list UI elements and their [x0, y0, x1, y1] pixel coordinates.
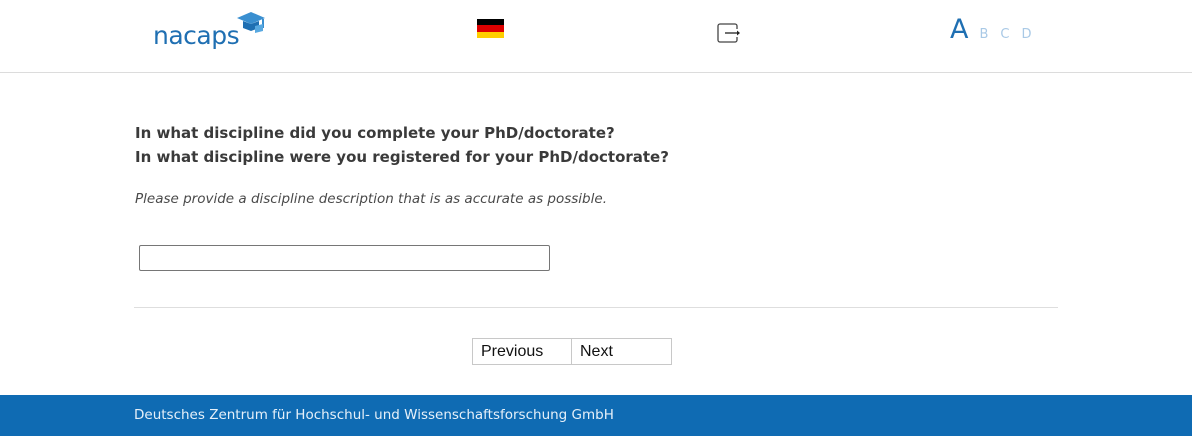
font-size-c[interactable]: C: [1000, 27, 1009, 42]
font-size-a[interactable]: A: [950, 14, 968, 45]
question-text: In what discipline did you complete your…: [135, 121, 1035, 169]
question-hint: Please provide a discipline description …: [135, 191, 607, 207]
page-footer: Deutsches Zentrum für Hochschul- und Wis…: [0, 395, 1192, 436]
discipline-input[interactable]: [139, 245, 550, 271]
logo-text: nacaps: [153, 21, 240, 50]
navigation-buttons: Previous Next: [472, 338, 672, 365]
page-header: nacaps A B C D: [0, 0, 1192, 73]
question-line-2: In what discipline were you registered f…: [135, 148, 669, 166]
footer-text: Deutsches Zentrum für Hochschul- und Wis…: [134, 407, 614, 423]
question-line-1: In what discipline did you complete your…: [135, 124, 615, 142]
font-size-selector: A B C D: [950, 14, 1044, 48]
divider: [134, 307, 1058, 308]
font-size-b[interactable]: B: [979, 27, 988, 42]
german-flag-icon[interactable]: [477, 19, 504, 38]
nacaps-logo[interactable]: nacaps: [152, 10, 268, 54]
exit-icon[interactable]: [717, 23, 740, 43]
next-button[interactable]: Next: [572, 338, 672, 365]
previous-button[interactable]: Previous: [472, 338, 572, 365]
font-size-d[interactable]: D: [1021, 27, 1031, 42]
graduation-cap-icon: [237, 12, 265, 33]
